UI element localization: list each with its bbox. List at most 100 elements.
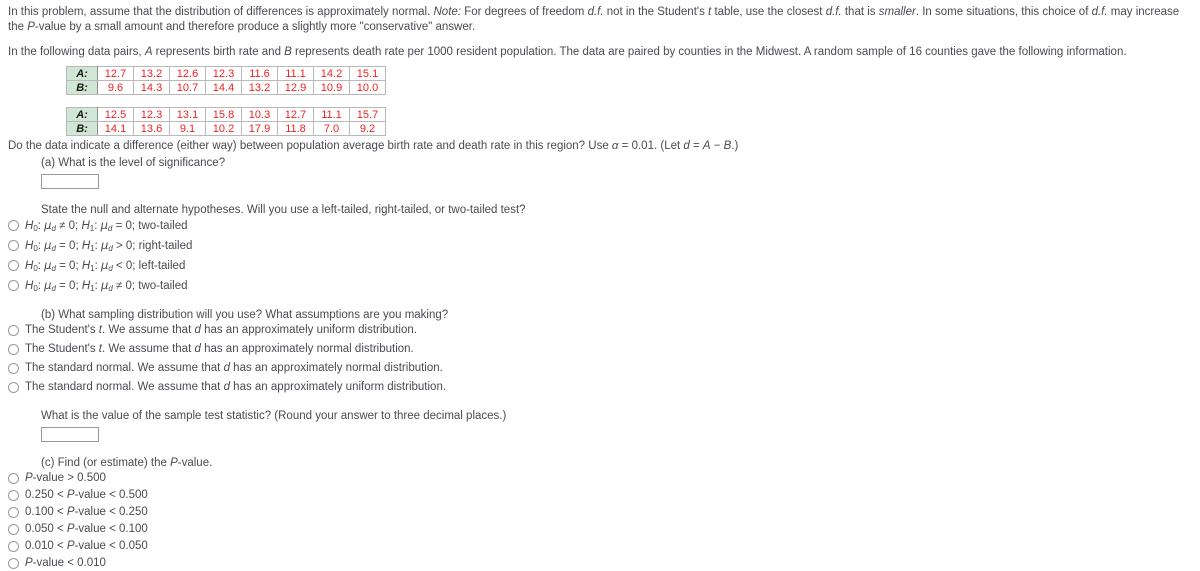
- problem-page: In this problem, assume that the distrib…: [0, 0, 1200, 571]
- option-label: H0: μd ≠ 0; H1: μd = 0; two-tailed: [25, 218, 188, 233]
- row-label-a: A:: [66, 66, 98, 81]
- hypothesis-option-4[interactable]: H0: μd = 0; H1: μd ≠ 0; two-tailed: [8, 278, 1192, 294]
- radio-icon[interactable]: [8, 473, 19, 484]
- radio-icon[interactable]: [8, 325, 19, 336]
- cell-a-7: 15.1: [349, 66, 386, 81]
- main-prompt: Do the data indicate a difference (eithe…: [8, 140, 739, 152]
- cell-b-4: 13.2: [241, 80, 278, 95]
- data-table-2: A: 12.5 12.3 13.1 15.8 10.3 12.7 11.1 15…: [66, 107, 386, 136]
- sampling-option-2[interactable]: The Student's t. We assume that d has an…: [8, 342, 1192, 357]
- radio-icon[interactable]: [8, 490, 19, 501]
- option-label: The standard normal. We assume that d ha…: [25, 381, 447, 393]
- radio-icon[interactable]: [8, 363, 19, 374]
- hypotheses-choice-list: H0: μd ≠ 0; H1: μd = 0; two-tailed H0: μ…: [8, 218, 1192, 294]
- cell-a-5: 11.1: [277, 66, 314, 81]
- radio-icon[interactable]: [8, 260, 19, 271]
- cell-a-1: 12.3: [133, 107, 170, 122]
- part-c-question: (c) Find (or estimate) the P-value.: [41, 457, 213, 469]
- intro-paragraph-1: In this problem, assume that the distrib…: [8, 6, 1180, 33]
- option-label: 0.050 < P-value < 0.100: [25, 523, 148, 535]
- part-b-choice-list: The Student's t. We assume that d has an…: [8, 323, 1192, 395]
- cell-a-3: 15.8: [205, 107, 242, 122]
- cell-b-1: 13.6: [133, 121, 170, 136]
- cell-b-0: 9.6: [97, 80, 134, 95]
- option-label: H0: μd = 0; H1: μd < 0; left-tailed: [25, 258, 186, 273]
- radio-icon[interactable]: [8, 280, 19, 291]
- intro-paragraph-2: In the following data pairs, A represent…: [8, 46, 1127, 58]
- table-row: B: 9.6 14.3 10.7 14.4 13.2 12.9 10.9 10.…: [66, 80, 386, 95]
- option-label: 0.010 < P-value < 0.050: [25, 540, 148, 552]
- cell-b-7: 9.2: [349, 121, 386, 136]
- option-label: H0: μd = 0; H1: μd > 0; right-tailed: [25, 238, 193, 253]
- pvalue-option-3[interactable]: 0.100 < P-value < 0.250: [8, 505, 1192, 520]
- cell-a-2: 13.1: [169, 107, 206, 122]
- cell-a-6: 14.2: [313, 66, 350, 81]
- test-statistic-question: What is the value of the sample test sta…: [41, 410, 507, 422]
- cell-a-0: 12.7: [97, 66, 134, 81]
- option-label: The Student's t. We assume that d has an…: [25, 324, 417, 336]
- cell-b-4: 17.9: [241, 121, 278, 136]
- data-table-1-wrapper: A: 12.7 13.2 12.6 12.3 11.6 11.1 14.2 15…: [66, 66, 1192, 95]
- row-label-b: B:: [66, 121, 98, 136]
- cell-b-6: 7.0: [313, 121, 350, 136]
- cell-a-4: 10.3: [241, 107, 278, 122]
- cell-b-5: 12.9: [277, 80, 314, 95]
- pvalue-option-6[interactable]: P-value < 0.010: [8, 556, 1192, 571]
- cell-a-1: 13.2: [133, 66, 170, 81]
- cell-b-5: 11.8: [277, 121, 314, 136]
- table-row: A: 12.7 13.2 12.6 12.3 11.6 11.1 14.2 15…: [66, 66, 386, 81]
- pvalue-option-4[interactable]: 0.050 < P-value < 0.100: [8, 522, 1192, 537]
- option-label: 0.250 < P-value < 0.500: [25, 489, 148, 501]
- option-label: P-value < 0.010: [25, 557, 106, 569]
- cell-b-6: 10.9: [313, 80, 350, 95]
- cell-a-2: 12.6: [169, 66, 206, 81]
- part-c-choice-list: P-value > 0.500 0.250 < P-value < 0.500 …: [8, 471, 1192, 571]
- option-label: The Student's t. We assume that d has an…: [25, 343, 414, 355]
- cell-a-4: 11.6: [241, 66, 278, 81]
- cell-b-3: 10.2: [205, 121, 242, 136]
- hypothesis-option-2[interactable]: H0: μd = 0; H1: μd > 0; right-tailed: [8, 238, 1192, 254]
- cell-b-2: 10.7: [169, 80, 206, 95]
- option-label: The standard normal. We assume that d ha…: [25, 362, 443, 374]
- cell-a-6: 11.1: [313, 107, 350, 122]
- sampling-option-4[interactable]: The standard normal. We assume that d ha…: [8, 380, 1192, 395]
- radio-icon[interactable]: [8, 220, 19, 231]
- cell-b-3: 14.4: [205, 80, 242, 95]
- radio-icon[interactable]: [8, 507, 19, 518]
- sampling-option-3[interactable]: The standard normal. We assume that d ha…: [8, 361, 1192, 376]
- pvalue-option-2[interactable]: 0.250 < P-value < 0.500: [8, 488, 1192, 503]
- cell-a-0: 12.5: [97, 107, 134, 122]
- cell-b-0: 14.1: [97, 121, 134, 136]
- cell-a-3: 12.3: [205, 66, 242, 81]
- pvalue-option-5[interactable]: 0.010 < P-value < 0.050: [8, 539, 1192, 554]
- cell-a-5: 12.7: [277, 107, 314, 122]
- radio-icon[interactable]: [8, 558, 19, 569]
- radio-icon[interactable]: [8, 240, 19, 251]
- radio-icon[interactable]: [8, 382, 19, 393]
- hypothesis-option-1[interactable]: H0: μd ≠ 0; H1: μd = 0; two-tailed: [8, 218, 1192, 234]
- sampling-option-1[interactable]: The Student's t. We assume that d has an…: [8, 323, 1192, 338]
- part-a-question: (a) What is the level of significance?: [41, 157, 226, 169]
- table-row: A: 12.5 12.3 13.1 15.8 10.3 12.7 11.1 15…: [66, 107, 386, 122]
- option-label: H0: μd = 0; H1: μd ≠ 0; two-tailed: [25, 278, 188, 293]
- option-label: 0.100 < P-value < 0.250: [25, 506, 148, 518]
- data-table-2-wrapper: A: 12.5 12.3 13.1 15.8 10.3 12.7 11.1 15…: [66, 107, 1192, 136]
- test-statistic-input[interactable]: [41, 427, 99, 442]
- pvalue-option-1[interactable]: P-value > 0.500: [8, 471, 1192, 486]
- hypotheses-question: State the null and alternate hypotheses.…: [41, 204, 526, 216]
- cell-b-7: 10.0: [349, 80, 386, 95]
- cell-b-2: 9.1: [169, 121, 206, 136]
- data-table-1: A: 12.7 13.2 12.6 12.3 11.6 11.1 14.2 15…: [66, 66, 386, 95]
- row-label-a: A:: [66, 107, 98, 122]
- hypothesis-option-3[interactable]: H0: μd = 0; H1: μd < 0; left-tailed: [8, 258, 1192, 274]
- level-of-significance-input[interactable]: [41, 174, 99, 189]
- table-row: B: 14.1 13.6 9.1 10.2 17.9 11.8 7.0 9.2: [66, 121, 386, 136]
- option-label: P-value > 0.500: [25, 472, 106, 484]
- part-b-question: (b) What sampling distribution will you …: [41, 309, 449, 321]
- radio-icon[interactable]: [8, 541, 19, 552]
- radio-icon[interactable]: [8, 524, 19, 535]
- cell-a-7: 15.7: [349, 107, 386, 122]
- row-label-b: B:: [66, 80, 98, 95]
- radio-icon[interactable]: [8, 344, 19, 355]
- cell-b-1: 14.3: [133, 80, 170, 95]
